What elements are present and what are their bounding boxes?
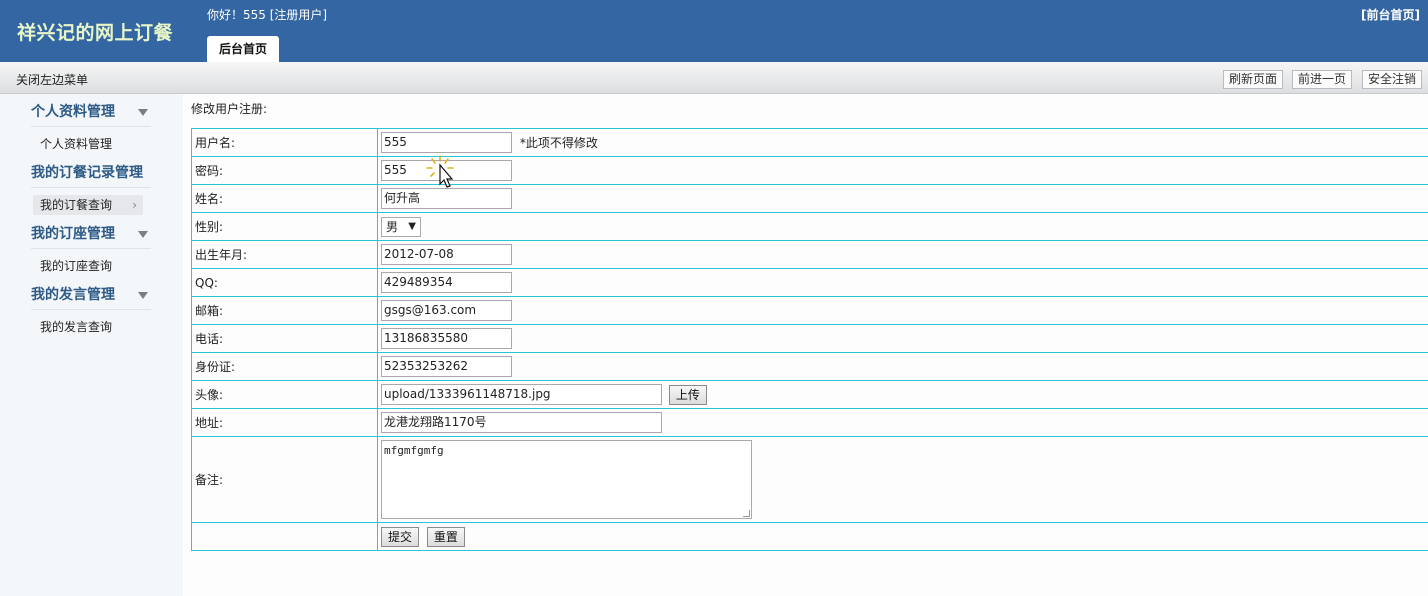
sidebar-item-post-query[interactable]: 我的发言查询: [33, 317, 143, 337]
empty-cell: [191, 522, 378, 551]
sidebar-group-title: 我的订座管理: [31, 226, 115, 242]
sidebar-group-title: 我的发言管理: [31, 287, 115, 303]
form-cell: 555: [377, 156, 1428, 185]
email-label: 邮箱:: [191, 296, 378, 325]
avatar-label: 头像:: [191, 380, 378, 409]
dropdown-arrow-icon: ▼: [408, 220, 416, 232]
edit-user-form: 用户名: 555 *此项不得修改 密码: 555 姓名: 何升高 性别: 男 ▼…: [191, 128, 1428, 551]
id-card-field[interactable]: 52353253262: [381, 356, 512, 377]
form-cell: 555 *此项不得修改: [377, 128, 1428, 157]
email-field[interactable]: gsgs@163.com: [381, 300, 512, 321]
sidebar-group-profile[interactable]: 个人资料管理: [31, 101, 151, 127]
form-row-password: 密码: 555: [191, 156, 1428, 185]
form-row-qq: QQ: 429489354: [191, 268, 1428, 297]
site-title: 祥兴记的网上订餐: [17, 22, 174, 44]
readonly-note: *此项不得修改: [519, 136, 598, 150]
password-label: 密码:: [191, 156, 378, 185]
form-cell: 52353253262: [377, 352, 1428, 381]
remark-label: 备注:: [191, 436, 378, 523]
form-row-id-card: 身份证: 52353253262: [191, 352, 1428, 381]
reset-button[interactable]: 重置: [426, 526, 465, 547]
gender-selected-value: 男: [386, 219, 399, 234]
form-cell: gsgs@163.com: [377, 296, 1428, 325]
avatar-path-field[interactable]: upload/1333961148718.jpg: [381, 384, 662, 405]
address-label: 地址:: [191, 408, 378, 437]
name-field[interactable]: 何升高: [381, 188, 512, 209]
id-card-label: 身份证:: [191, 352, 378, 381]
chevron-down-icon: [138, 109, 148, 116]
form-cell: 13186835580: [377, 324, 1428, 353]
form-row-address: 地址: 龙港龙翔路1170号: [191, 408, 1428, 437]
upload-button[interactable]: 上传: [668, 384, 707, 405]
resize-grip-icon[interactable]: [743, 510, 750, 517]
username-label: 用户名:: [191, 128, 378, 157]
top-header: 祥兴记的网上订餐 你好！555 [注册用户] [前台首页] 后台首页: [0, 0, 1428, 62]
qq-label: QQ:: [191, 268, 378, 297]
sidebar-group-posts[interactable]: 我的发言管理: [31, 284, 151, 310]
name-label: 姓名:: [191, 184, 378, 213]
sidebar-group-orders[interactable]: 我的订餐记录管理: [31, 162, 151, 188]
sidebar-group-title: 我的订餐记录管理: [31, 165, 143, 181]
submit-button[interactable]: 提交: [381, 526, 420, 547]
qq-field[interactable]: 429489354: [381, 272, 512, 293]
gender-select[interactable]: 男 ▼: [381, 216, 421, 237]
sidebar-item-profile[interactable]: 个人资料管理: [33, 134, 143, 154]
form-row-gender: 性别: 男 ▼: [191, 212, 1428, 241]
sidebar-item-label: 我的订餐查询: [40, 198, 113, 212]
form-cell: mfgmfgmfg: [377, 436, 1428, 523]
close-left-menu-link[interactable]: 关闭左边菜单: [16, 71, 88, 88]
form-cell: 男 ▼: [377, 212, 1428, 241]
form-row-avatar: 头像: upload/1333961148718.jpg 上传: [191, 380, 1428, 409]
toolbar: 关闭左边菜单 刷新页面 前进一页 安全注销: [0, 62, 1428, 94]
form-row-actions: 提交 重置: [191, 522, 1428, 551]
chevron-down-icon: [138, 231, 148, 238]
sidebar-item-order-query[interactable]: 我的订餐查询 ›: [33, 195, 143, 215]
form-row-email: 邮箱: gsgs@163.com: [191, 296, 1428, 325]
mouse-cursor-icon: [426, 155, 454, 188]
gender-label: 性别:: [191, 212, 378, 241]
form-cell: 2012-07-08: [377, 240, 1428, 269]
form-cell: 何升高: [377, 184, 1428, 213]
form-row-username: 用户名: 555 *此项不得修改: [191, 128, 1428, 157]
birth-date-field[interactable]: 2012-07-08: [381, 244, 512, 265]
remark-textarea[interactable]: mfgmfgmfg: [381, 440, 752, 519]
form-cell: 429489354: [377, 268, 1428, 297]
form-cell: upload/1333961148718.jpg 上传: [377, 380, 1428, 409]
address-field[interactable]: 龙港龙翔路1170号: [381, 412, 662, 433]
form-row-name: 姓名: 何升高: [191, 184, 1428, 213]
form-row-remark: 备注: mfgmfgmfg: [191, 436, 1428, 523]
birth-label: 出生年月:: [191, 240, 378, 269]
chevron-down-icon: [138, 292, 148, 299]
phone-label: 电话:: [191, 324, 378, 353]
logout-button[interactable]: 安全注销: [1362, 70, 1423, 89]
phone-field[interactable]: 13186835580: [381, 328, 512, 349]
forward-page-button[interactable]: 前进一页: [1292, 70, 1353, 89]
chevron-right-icon: ›: [132, 198, 137, 212]
sidebar-group-seats[interactable]: 我的订座管理: [31, 223, 151, 249]
user-greeting: 你好！555 [注册用户]: [207, 8, 328, 22]
refresh-page-button[interactable]: 刷新页面: [1223, 70, 1284, 89]
tab-backend-home[interactable]: 后台首页: [207, 36, 279, 62]
sidebar-item-seat-query[interactable]: 我的订座查询: [33, 256, 143, 276]
username-field[interactable]: 555: [381, 132, 512, 153]
form-cell: 提交 重置: [377, 522, 1428, 551]
remark-text: mfgmfgmfg: [384, 444, 444, 457]
form-row-phone: 电话: 13186835580: [191, 324, 1428, 353]
sidebar-group-title: 个人资料管理: [31, 104, 115, 120]
page-title: 修改用户注册:: [191, 102, 268, 116]
front-home-link[interactable]: [前台首页]: [1361, 6, 1420, 23]
form-row-birth: 出生年月: 2012-07-08: [191, 240, 1428, 269]
form-cell: 龙港龙翔路1170号: [377, 408, 1428, 437]
